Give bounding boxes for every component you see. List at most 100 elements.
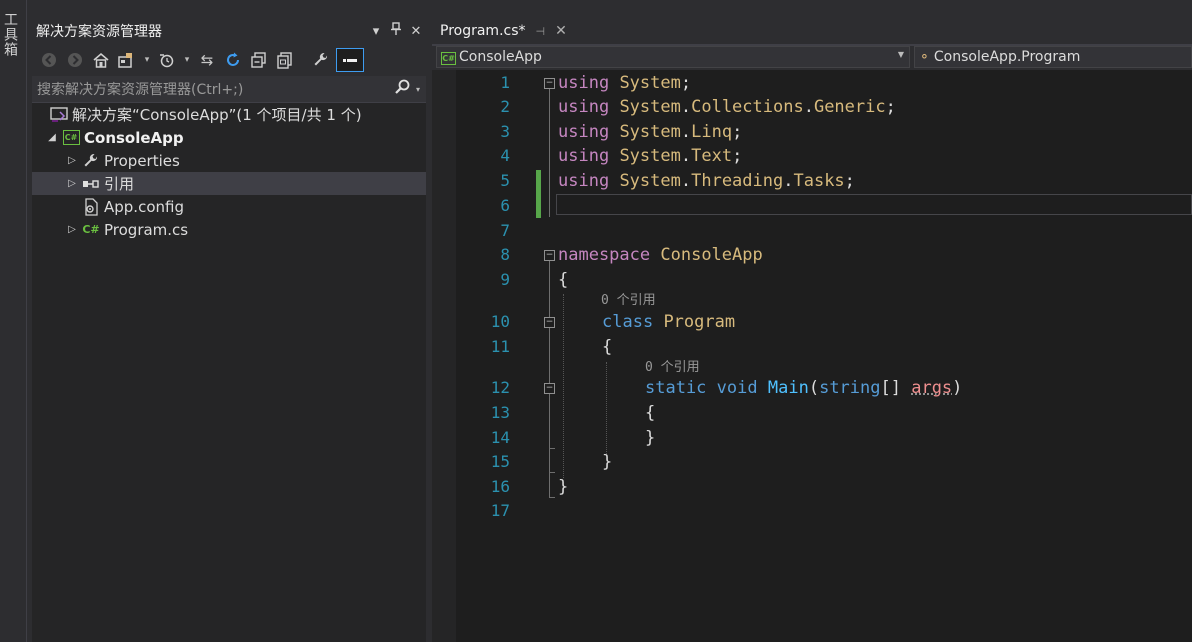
keyword-token: using	[558, 122, 610, 142]
sync-with-active-document-icon[interactable]: ⇆	[196, 49, 218, 71]
document-tab-strip: Program.cs* ⊣ ✕	[432, 18, 1192, 44]
line-number: 16	[490, 477, 510, 496]
keyword-token: static	[645, 378, 707, 398]
code-line-3[interactable]: using System.Linq;	[558, 122, 742, 142]
outline-guide	[549, 261, 550, 497]
tree-row-properties[interactable]: ▷ Properties	[32, 149, 426, 172]
namespace-token: Tasks	[793, 171, 845, 191]
toolbox-strip[interactable]: 工具箱	[0, 0, 27, 642]
namespace-token: System	[619, 122, 681, 142]
tree-row-project[interactable]: ◢ C# ConsoleApp	[32, 126, 426, 149]
change-bar	[536, 170, 541, 218]
line-number: 4	[500, 146, 510, 165]
switch-views-dropdown-icon[interactable]: ▾	[142, 49, 152, 71]
code-line-10[interactable]: class Program	[602, 312, 735, 332]
tree-row-program-cs[interactable]: ▷ C# Program.cs	[32, 218, 426, 241]
collapse-region-icon[interactable]: −	[544, 250, 555, 261]
code-line-11[interactable]: {	[602, 337, 612, 357]
expanded-arrow-icon[interactable]: ◢	[46, 132, 58, 143]
line-number: 6	[500, 196, 510, 215]
type-dropdown-value: ConsoleApp.Program	[933, 49, 1081, 65]
code-line-13[interactable]: {	[645, 403, 655, 423]
search-options-dropdown-icon[interactable]: ▾	[416, 85, 426, 94]
collapse-all-icon[interactable]	[248, 49, 270, 71]
preview-selected-items-icon[interactable]	[336, 48, 364, 72]
config-file-icon	[82, 197, 100, 216]
references-icon	[82, 175, 100, 193]
line-number: 14	[490, 428, 510, 447]
code-line-2[interactable]: using System.Collections.Generic;	[558, 97, 896, 117]
codelens-references[interactable]: 0 个引用	[645, 360, 700, 376]
line-number: 13	[490, 403, 510, 422]
filter-dropdown-icon[interactable]: ▾	[182, 49, 192, 71]
line-number: 1	[500, 73, 510, 92]
window-menu-icon[interactable]: ▾	[366, 24, 386, 39]
keyword-token: using	[558, 171, 610, 191]
collapse-region-icon[interactable]: −	[544, 383, 555, 394]
punct-token: .	[680, 171, 692, 191]
home-icon[interactable]	[90, 49, 112, 71]
code-line-4[interactable]: using System.Text;	[558, 146, 742, 166]
tab-program-cs[interactable]: Program.cs* ⊣ ✕	[432, 18, 588, 44]
pending-changes-filter-icon[interactable]	[156, 49, 178, 71]
code-line-5[interactable]: using System.Threading.Tasks;	[558, 171, 855, 191]
punct-token: .	[680, 97, 692, 117]
csharp-file-icon: C#	[82, 223, 100, 236]
tab-pin-icon[interactable]: ⊣	[536, 25, 546, 38]
solution-explorer-search-box[interactable]: 搜索解决方案资源管理器(Ctrl+;) ▾	[32, 76, 426, 103]
tree-row-solution[interactable]: 解决方案“ConsoleApp”(1 个项目/共 1 个)	[32, 103, 426, 126]
collapse-region-icon[interactable]: −	[544, 78, 555, 89]
punct-token: ;	[885, 97, 896, 117]
solution-explorer-toolbar: ▾ ▾ ⇆	[32, 44, 426, 76]
tab-label: Program.cs*	[440, 23, 526, 39]
namespace-token: Threading	[691, 171, 784, 191]
tree-row-references[interactable]: ▷ 引用	[32, 172, 426, 195]
namespace-token: System	[619, 146, 681, 166]
indent-guide	[563, 294, 564, 478]
back-icon[interactable]	[38, 49, 60, 71]
collapse-region-icon[interactable]: −	[544, 317, 555, 328]
switch-views-icon[interactable]	[116, 49, 138, 71]
project-dropdown[interactable]: C# ConsoleApp ▼	[436, 46, 910, 68]
code-line-15[interactable]: }	[602, 452, 612, 472]
tab-close-icon[interactable]: ✕	[555, 23, 567, 39]
code-line-8[interactable]: namespace ConsoleApp	[558, 245, 763, 265]
refresh-icon[interactable]	[222, 49, 244, 71]
type-dropdown[interactable]: ⚬ ConsoleApp.Program	[914, 46, 1192, 68]
punct-token: .	[680, 146, 692, 166]
punct-token: []	[880, 378, 912, 398]
search-icon[interactable]	[390, 79, 416, 99]
forward-icon[interactable]	[64, 49, 86, 71]
parameter-token: args	[911, 378, 953, 398]
collapsed-arrow-icon[interactable]: ▷	[66, 224, 78, 235]
collapsed-arrow-icon[interactable]: ▷	[66, 155, 78, 166]
line-number: 8	[500, 245, 510, 264]
code-line-16[interactable]: }	[558, 477, 568, 497]
show-all-files-icon[interactable]	[274, 49, 296, 71]
codelens-references[interactable]: 0 个引用	[601, 293, 656, 309]
code-line-1[interactable]: using System;	[558, 73, 691, 93]
code-editor[interactable]: 1 2 3 4 5 6 7 8 9 10 11 12 13 14 15 16 1…	[432, 70, 1192, 642]
toolbox-tab-label[interactable]: 工具箱	[2, 12, 20, 57]
punct-token: (	[808, 378, 820, 398]
solution-icon	[50, 106, 68, 124]
punct-token: .	[803, 97, 814, 117]
code-line-14[interactable]: }	[645, 428, 655, 448]
current-line-highlight	[556, 194, 1192, 215]
tree-row-app-config[interactable]: App.config	[32, 195, 426, 218]
keyword-token: void	[716, 378, 758, 398]
properties-wrench-icon[interactable]	[310, 49, 332, 71]
line-number: 15	[490, 452, 510, 471]
code-line-12[interactable]: static void Main(string[] args)	[645, 378, 962, 398]
close-icon[interactable]: ✕	[406, 24, 426, 39]
keyword-token: string	[819, 378, 881, 398]
punct-token: ;	[680, 73, 692, 93]
pin-icon[interactable]	[386, 22, 406, 40]
collapsed-arrow-icon[interactable]: ▷	[66, 178, 78, 189]
code-line-9[interactable]: {	[558, 270, 568, 290]
search-input[interactable]: 搜索解决方案资源管理器(Ctrl+;)	[37, 79, 390, 99]
